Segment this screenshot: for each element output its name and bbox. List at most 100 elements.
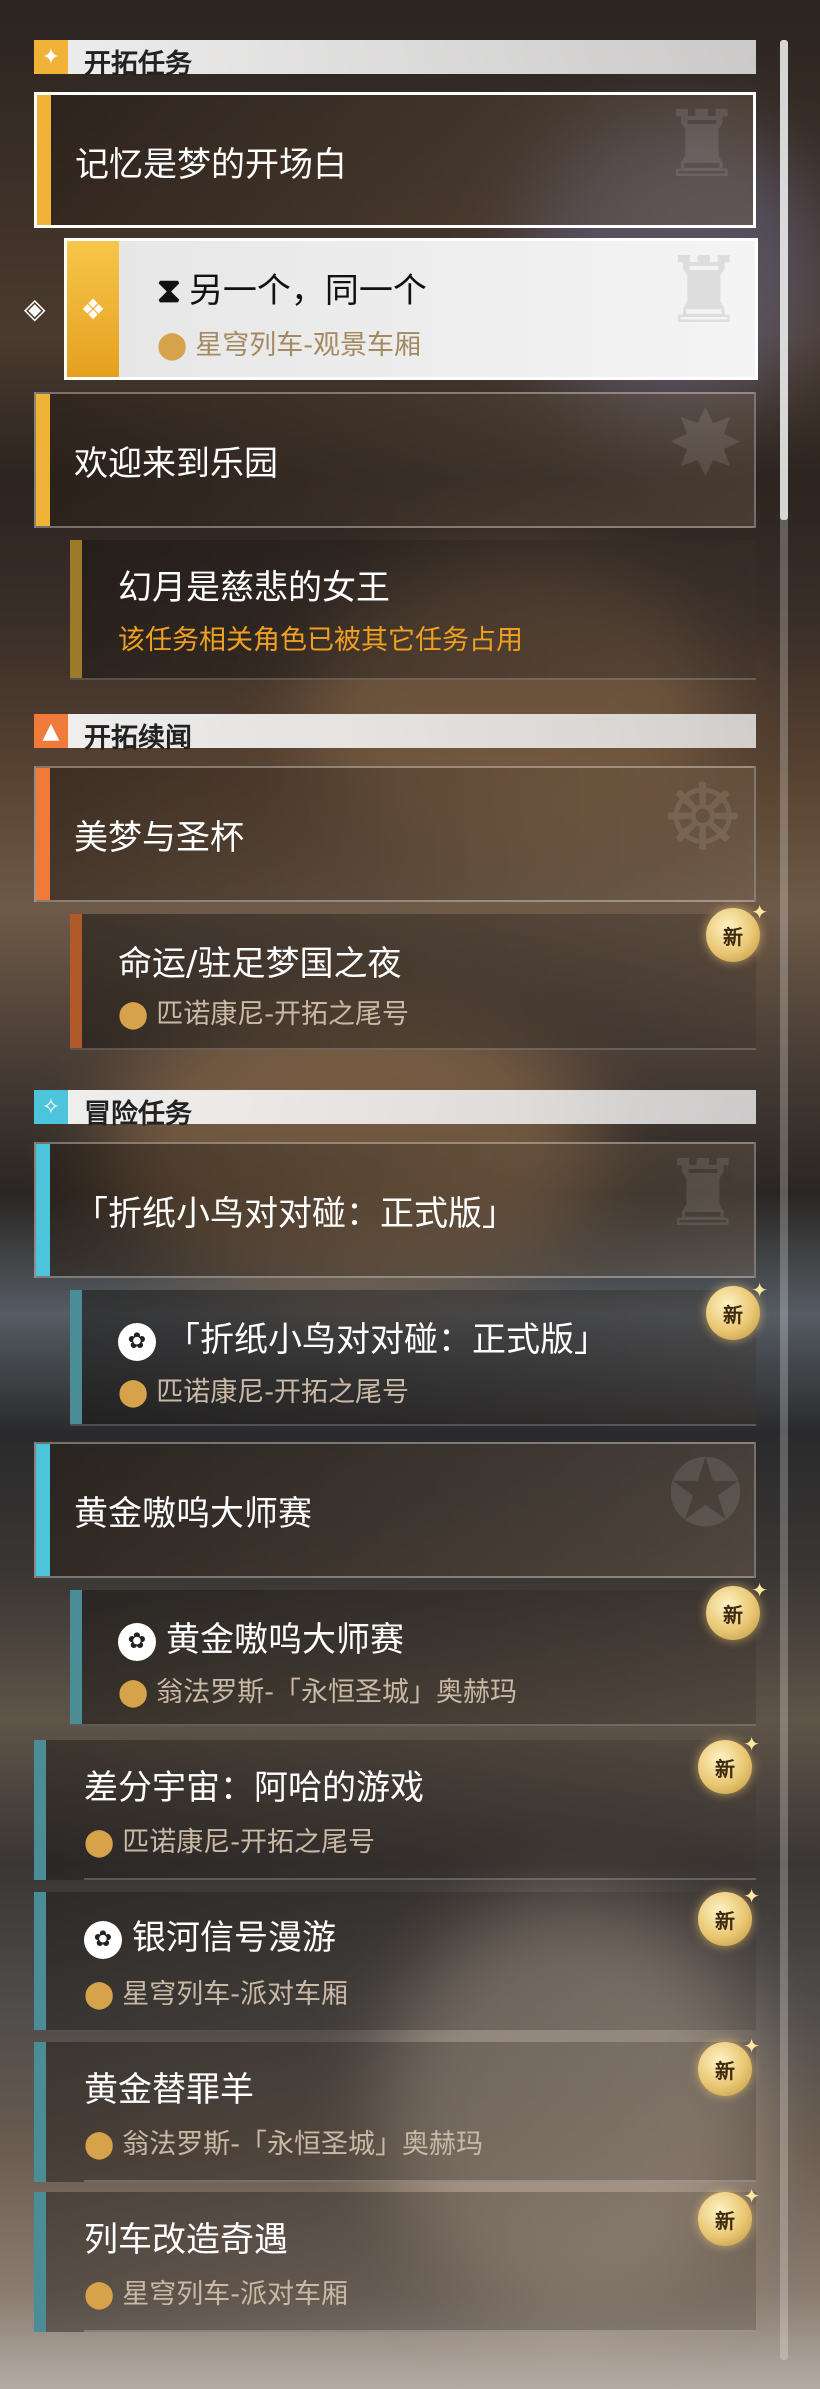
location-text: 星穹列车-派对车厢 [122,1979,348,2010]
location-text: 翁法罗斯-「永恒圣城」奥赫玛 [122,2129,483,2160]
trailblaze-diamond-icon: ✦ [34,40,68,74]
quest-card-q8[interactable]: 黄金替罪羊 ⬤ 翁法罗斯-「永恒圣城」奥赫玛 新 ✦ [34,2034,760,2182]
quest-color-bar [70,1590,82,1724]
quest-emblem-icon: ✸ [666,392,744,497]
location-pin-icon: ⬤ [118,1377,149,1408]
quest-title: 欢迎来到乐园 [74,444,278,484]
quest-color-bar [70,914,82,1048]
quest-title: 记忆是梦的开场白 [75,145,347,185]
location-pin-icon: ⬤ [84,1827,115,1858]
event-icon: ✿ [118,1322,156,1361]
quest-title-text: 另一个，同一个 [188,271,427,311]
location-text: 匹诺康尼-开拓之尾号 [122,1827,375,1858]
new-badge: 新 ✦ [706,1578,768,1640]
quest-title: ⧗ 另一个，同一个 [157,263,427,312]
quest-card-q1[interactable]: ♜ 记忆是梦的开场白 [34,92,756,228]
tracking-diamond-icon: ❖ [67,241,119,377]
quest-title: 列车改造奇遇 [84,2220,288,2260]
quest-title: 幻月是慈悲的女王 [118,568,390,608]
new-badge: 新 ✦ [706,1278,768,1340]
location-pin-icon: ⬤ [118,1677,149,1708]
quest-title: 差分宇宙：阿哈的游戏 [84,1768,424,1808]
quest-location: ⬤ 翁法罗斯-「永恒圣城」奥赫玛 [118,1670,517,1709]
location-pin-icon: ⬤ [84,2279,115,2310]
quest-card-q2a[interactable]: 幻月是慈悲的女王 该任务相关角色已被其它任务占用 [70,540,756,680]
new-badge: 新 ✦ [698,2034,760,2096]
new-badge-label: 新 [723,924,743,949]
quest-card-q5a[interactable]: ✿ 黄金嗷呜大师赛 ⬤ 翁法罗斯-「永恒圣城」奥赫玛 新 ✦ [70,1578,768,1726]
quest-card-q4[interactable]: ♜ 「折纸小鸟对对碰：正式版」 [34,1142,756,1278]
quest-card-q9[interactable]: 列车改造奇遇 ⬤ 星穹列车-派对车厢 新 ✦ [34,2184,760,2332]
quest-card-q6[interactable]: 差分宇宙：阿哈的游戏 ⬤ 匹诺康尼-开拓之尾号 新 ✦ [34,1732,760,1880]
scrollbar-thumb[interactable] [780,40,788,520]
new-badge: 新 ✦ [698,1732,760,1794]
sparkle-icon: ✦ [743,1884,760,1908]
location-text: 星穹列车-观景车厢 [195,330,421,361]
location-text: 匹诺康尼-开拓之尾号 [156,1377,409,1408]
quest-location: ⬤ 星穹列车-观景车厢 [157,323,421,362]
quest-color-bar [34,1892,46,2030]
quest-title: 命运/驻足梦国之夜 [118,944,402,984]
quest-emblem-icon: ☸ [661,766,744,871]
quest-emblem-icon: ♜ [662,238,745,344]
quest-title-text: 「折纸小鸟对对碰：正式版」 [166,1320,608,1360]
quest-color-bar [70,540,82,678]
quest-emblem-icon: ✪ [666,1442,744,1547]
section-header-continuance: ▲ 开拓续闻 [34,714,756,754]
quest-title: ✿ 银河信号漫游 [84,1910,336,1959]
new-badge-label: 新 [723,1602,743,1627]
sparkle-icon: ✦ [751,900,768,924]
quest-color-bar [70,1290,82,1424]
quest-color-bar [34,2042,46,2182]
section-title: 冒险任务 [84,1099,192,1130]
quest-card-q3a[interactable]: 命运/驻足梦国之夜 ⬤ 匹诺康尼-开拓之尾号 新 ✦ [70,900,768,1050]
sparkle-icon: ✦ [751,1278,768,1302]
quest-card-q7[interactable]: ✿ 银河信号漫游 ⬤ 星穹列车-派对车厢 新 ✦ [34,1884,760,2030]
section-header-trailblaze: ✦ 开拓任务 [34,40,756,80]
quest-location: ⬤ 匹诺康尼-开拓之尾号 [118,992,409,1031]
sparkle-icon: ✦ [743,2184,760,2208]
location-pin-icon: ⬤ [118,999,149,1030]
quest-color-bar [37,95,51,225]
quest-card-q3[interactable]: ☸ 美梦与圣杯 [34,766,756,902]
quest-color-bar [34,2192,46,2332]
location-text: 星穹列车-派对车厢 [122,2279,348,2310]
quest-card-q5[interactable]: ✪ 黄金嗷呜大师赛 [34,1442,756,1578]
quest-color-bar [36,1144,50,1276]
divider [84,2330,756,2332]
divider [84,1878,756,1880]
section-header-adventure: ✧ 冒险任务 [34,1090,756,1130]
sparkle-icon: ✦ [743,2034,760,2058]
event-icon: ✿ [84,1920,122,1959]
star-icon: ✧ [34,1090,68,1124]
new-badge: 新 ✦ [698,1884,760,1946]
sparkle-icon: ✦ [751,1578,768,1602]
quest-location: ⬤ 翁法罗斯-「永恒圣城」奥赫玛 [84,2122,483,2161]
quest-color-bar [34,1740,46,1880]
quest-title: ✿ 黄金嗷呜大师赛 [118,1612,404,1661]
quest-card-q2[interactable]: ✸ 欢迎来到乐园 [34,392,756,528]
quest-emblem-icon: ♜ [660,92,743,198]
quest-card-q1a-selected[interactable]: ❖ ♜ ⧗ 另一个，同一个 ⬤ 星穹列车-观景车厢 [64,238,758,380]
new-badge-label: 新 [723,1302,743,1327]
new-badge-label: 新 [715,2208,735,2233]
sparkle-icon: ✦ [743,1732,760,1756]
quest-emblem-icon: ♜ [661,1142,744,1247]
quest-location: ⬤ 匹诺康尼-开拓之尾号 [118,1370,409,1409]
triangle-icon: ▲ [34,714,68,748]
quest-title: 「折纸小鸟对对碰：正式版」 [74,1194,516,1234]
new-badge-label: 新 [715,2058,735,2083]
quest-location: ⬤ 匹诺康尼-开拓之尾号 [84,1820,375,1859]
quest-card-q4a[interactable]: ✿ 「折纸小鸟对对碰：正式版」 ⬤ 匹诺康尼-开拓之尾号 新 ✦ [70,1278,768,1426]
selection-arrow-icon: ◈ [24,292,46,325]
location-pin-icon: ⬤ [157,330,188,361]
quest-color-bar [36,768,50,900]
divider [84,2180,756,2182]
quest-title: 黄金替罪羊 [84,2070,254,2110]
location-pin-icon: ⬤ [84,2129,115,2160]
location-text: 翁法罗斯-「永恒圣城」奥赫玛 [156,1677,517,1708]
new-badge: 新 ✦ [698,2184,760,2246]
location-text: 匹诺康尼-开拓之尾号 [156,999,409,1030]
location-pin-icon: ⬤ [84,1979,115,2010]
quest-warning: 该任务相关角色已被其它任务占用 [118,625,523,656]
